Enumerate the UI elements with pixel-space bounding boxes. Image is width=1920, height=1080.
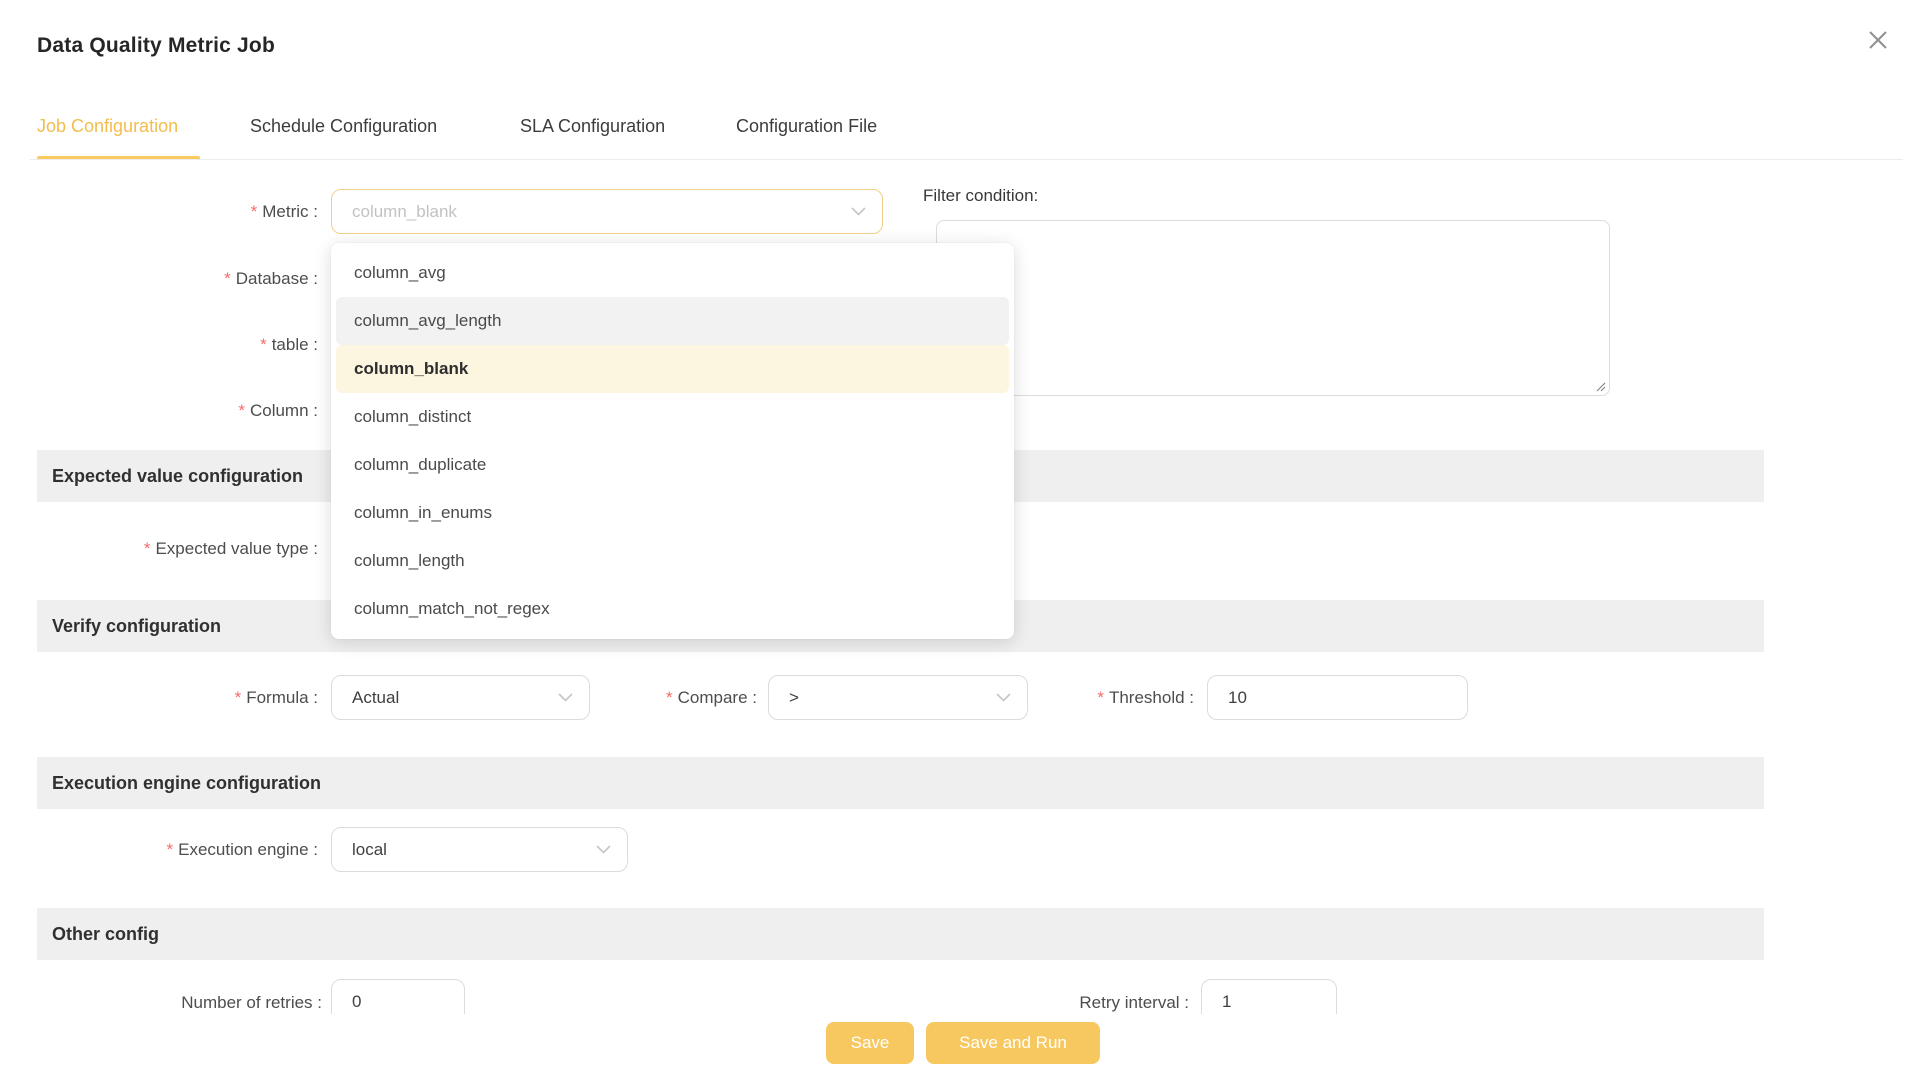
- required-marker: *: [235, 688, 242, 707]
- compare-label: *Compare :: [500, 675, 757, 720]
- section-other-config: Other config: [37, 908, 1764, 960]
- tab-job-configuration[interactable]: Job Configuration: [37, 116, 178, 137]
- threshold-label: *Threshold :: [940, 675, 1194, 720]
- chevron-down-icon: [851, 207, 866, 216]
- metric-option-column_avg_length[interactable]: column_avg_length: [336, 297, 1009, 345]
- save-button[interactable]: Save: [826, 1022, 914, 1064]
- required-marker: *: [251, 202, 258, 221]
- formula-label: *Formula :: [0, 675, 318, 720]
- metric-option-column_distinct[interactable]: column_distinct: [336, 393, 1009, 441]
- resize-handle-icon[interactable]: [1594, 380, 1606, 392]
- required-marker: *: [1097, 688, 1104, 707]
- close-icon: [1866, 28, 1890, 52]
- page-title: Data Quality Metric Job: [37, 34, 275, 58]
- column-label: *Column :: [0, 388, 318, 433]
- filter-condition-textarea[interactable]: [936, 220, 1610, 396]
- threshold-input[interactable]: 10: [1207, 675, 1468, 720]
- filter-condition-label: Filter condition:: [923, 186, 1038, 206]
- metric-option-column_length[interactable]: column_length: [336, 537, 1009, 585]
- threshold-input-value: 10: [1228, 688, 1247, 708]
- metric-option-column_blank[interactable]: column_blank: [336, 345, 1009, 393]
- execution-engine-select[interactable]: local: [331, 827, 628, 872]
- tab-divider: [30, 159, 1903, 160]
- metric-option-column_avg[interactable]: column_avg: [336, 249, 1009, 297]
- table-label: *table :: [0, 322, 318, 367]
- section-execution-engine-configuration: Execution engine configuration: [37, 757, 1764, 809]
- execution-engine-select-value: local: [352, 840, 387, 860]
- required-marker: *: [238, 401, 245, 420]
- tab-sla-configuration[interactable]: SLA Configuration: [520, 116, 665, 137]
- required-marker: *: [166, 840, 173, 859]
- compare-select-value: >: [789, 688, 799, 708]
- metric-select-placeholder: column_blank: [352, 202, 457, 222]
- metric-option-column_in_enums[interactable]: column_in_enums: [336, 489, 1009, 537]
- number-of-retries-value: 0: [352, 992, 361, 1012]
- data-quality-metric-job-dialog: Data Quality Metric Job Job Configuratio…: [0, 0, 1920, 1080]
- metric-label: *Metric :: [0, 189, 318, 234]
- metric-option-column_duplicate[interactable]: column_duplicate: [336, 441, 1009, 489]
- metric-select[interactable]: column_blank: [331, 189, 883, 234]
- chevron-down-icon: [596, 845, 611, 854]
- formula-select-value: Actual: [352, 688, 399, 708]
- required-marker: *: [666, 688, 673, 707]
- expected-value-type-label: *Expected value type :: [0, 526, 318, 571]
- metric-option-column_match_not_regex[interactable]: column_match_not_regex: [336, 585, 1009, 633]
- execution-engine-label: *Execution engine :: [0, 827, 318, 872]
- save-and-run-button[interactable]: Save and Run: [926, 1022, 1100, 1064]
- required-marker: *: [224, 269, 231, 288]
- dialog-footer: Save Save and Run: [0, 1014, 1920, 1080]
- close-button[interactable]: [1863, 26, 1893, 56]
- metric-dropdown-list: column_avgcolumn_avg_lengthcolumn_blankc…: [331, 243, 1014, 639]
- tab-configuration-file[interactable]: Configuration File: [736, 116, 877, 137]
- required-marker: *: [144, 539, 151, 558]
- tab-schedule-configuration[interactable]: Schedule Configuration: [250, 116, 437, 137]
- retry-interval-value: 1: [1222, 992, 1231, 1012]
- required-marker: *: [260, 335, 267, 354]
- database-label: *Database :: [0, 256, 318, 301]
